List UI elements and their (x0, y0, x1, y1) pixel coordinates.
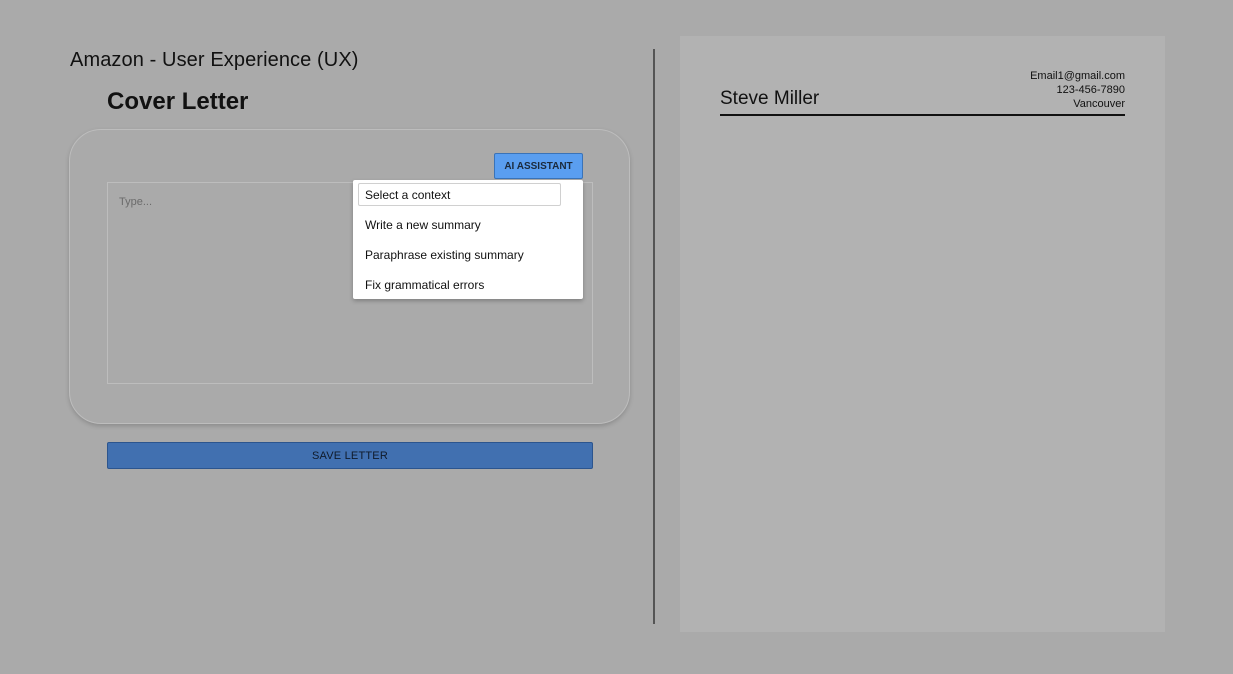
save-letter-button[interactable]: SAVE LETTER (107, 442, 593, 469)
preview-phone: 123-456-7890 (1056, 84, 1125, 96)
ai-context-dropdown: Select a context Write a new summary Par… (353, 180, 583, 299)
context-select[interactable]: Select a context (358, 183, 561, 206)
option-paraphrase-summary[interactable]: Paraphrase existing summary (365, 248, 524, 262)
preview-name: Steve Miller (720, 88, 820, 109)
preview-contact: Email1@gmail.com 123-456-7890 Vancouver (1030, 69, 1125, 111)
ai-assistant-button[interactable]: AI ASSISTANT (494, 153, 583, 179)
option-write-new-summary[interactable]: Write a new summary (365, 218, 481, 232)
preview-header-rule (720, 114, 1125, 116)
panel-divider (653, 49, 655, 624)
preview-location: Vancouver (1073, 98, 1125, 110)
option-fix-grammar[interactable]: Fix grammatical errors (365, 278, 484, 292)
preview-email: Email1@gmail.com (1030, 70, 1125, 82)
textarea-placeholder: Type... (119, 196, 153, 208)
section-heading: Cover Letter (107, 88, 249, 115)
job-title: Amazon - User Experience (UX) (70, 49, 359, 71)
letter-preview-panel (680, 36, 1165, 632)
